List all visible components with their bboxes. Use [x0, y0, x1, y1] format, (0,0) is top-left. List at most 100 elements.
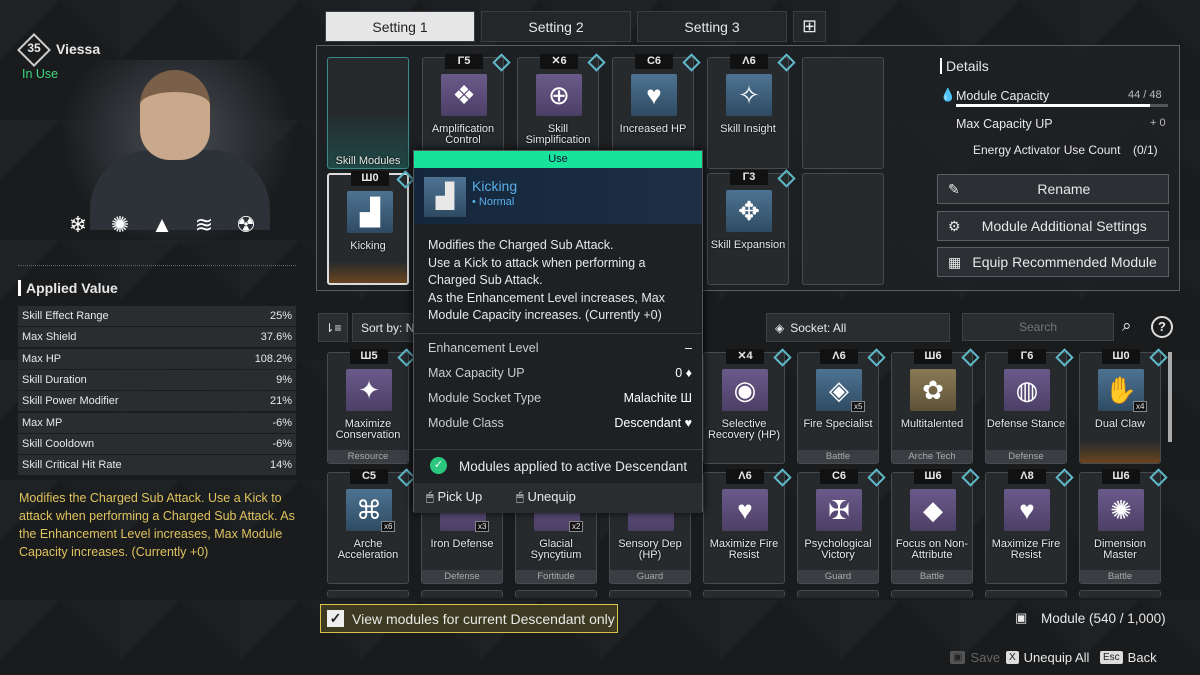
help-button[interactable]: ?: [1151, 316, 1173, 338]
applied-text: Modules applied to active Descendant: [459, 459, 688, 474]
module-slot[interactable]: Λ6 ◈ x5 Fire Specialist Battle: [797, 348, 886, 464]
module-slot[interactable]: Γ6 ◍ Defense Stance Defense: [985, 348, 1074, 464]
module-tooltip: Use ▟ Kicking • Normal Modifies the Char…: [413, 150, 703, 513]
module-slot[interactable]: Ш6 ✺ Dimension Master Battle: [1079, 468, 1168, 584]
module-slot-partial[interactable]: [515, 590, 597, 598]
add-setting-button[interactable]: ⊞: [793, 11, 826, 42]
skill-icon: ❄: [68, 212, 88, 237]
tab-setting-2[interactable]: Setting 2: [481, 11, 631, 42]
module-slot[interactable]: Ш6 ✿ Multitalented Arche Tech: [891, 348, 980, 464]
tooltip-line: Charged Sub Attack.: [428, 273, 543, 287]
activator-label: Energy Activator Use Count: [973, 143, 1121, 157]
module-slot[interactable]: Ш6 ◆ Focus on Non-Attribute Battle: [891, 468, 980, 584]
divider: [18, 265, 296, 266]
module-slot[interactable]: Γ3 ✥ Skill Expansion: [707, 169, 796, 285]
capacity-badge: Ш6: [914, 469, 952, 484]
rename-button[interactable]: ✎ Rename: [937, 174, 1169, 204]
save-button[interactable]: ▣ Save: [950, 650, 1000, 665]
socket-icon: [1149, 348, 1168, 367]
scrollbar[interactable]: [1168, 352, 1172, 442]
module-slot-partial[interactable]: [327, 590, 409, 598]
module-slot[interactable]: ✕4 ◉ Selective Recovery (HP): [703, 348, 792, 464]
applied-value-row: Skill Cooldown -6%: [18, 433, 296, 454]
module-slot[interactable]: [802, 57, 884, 169]
activator-value: (0/1): [1133, 143, 1158, 157]
module-name: Maximize Fire Resist: [709, 538, 779, 561]
capacity-badge: Λ6: [730, 54, 768, 69]
kicking-icon: ▟: [424, 177, 466, 217]
tooltip-header: ▟ Kicking • Normal: [414, 168, 702, 224]
current-descendant-filter-checkbox[interactable]: ✓ View modules for current Descendant onl…: [320, 604, 618, 633]
search-icon[interactable]: ⌕: [1122, 316, 1132, 336]
applied-value-title: Applied Value: [18, 280, 118, 296]
module-name: Amplification Control: [431, 123, 495, 146]
skill-icon: ≋: [194, 212, 214, 237]
module-slot[interactable]: Ш5 ✦ Maximize Conservation Resource: [327, 348, 416, 464]
module-class: Battle: [798, 450, 878, 463]
module-name: Dimension Master: [1094, 538, 1146, 561]
module-slot[interactable]: Λ6 ♥ Maximize Fire Resist: [703, 468, 792, 584]
module-name: Skill Simplification: [525, 123, 591, 146]
module-class: Resource: [328, 450, 408, 463]
tooltip-stat-row: Max Capacity UP 0 ♦: [428, 366, 692, 380]
capacity-badge: C6: [820, 469, 858, 484]
module-slot[interactable]: Ш0 ▟ Kicking: [327, 170, 415, 285]
module-slot[interactable]: Λ6 ✧ Skill Insight: [707, 53, 796, 169]
applied-value-row: Skill Effect Range 25%: [18, 306, 296, 326]
module-name: Sensory Dep (HP): [618, 538, 682, 561]
sort-dropdown[interactable]: Sort by: N: [352, 313, 416, 342]
back-button[interactable]: Esc Back: [1100, 650, 1157, 665]
tooltip-rarity: • Normal: [472, 196, 515, 208]
socket-filter-dropdown[interactable]: ◈ Socket: All: [766, 313, 950, 342]
module-icon: ❖: [441, 74, 487, 116]
drop-icon: 💧: [940, 88, 956, 102]
checkbox-check-icon: ✓: [327, 610, 344, 627]
module-slot-partial[interactable]: [891, 590, 973, 598]
module-name: Defense Stance: [986, 418, 1066, 430]
socket-icon: [1055, 468, 1074, 487]
level-value: 35: [27, 41, 41, 55]
applied-value-row: Max HP 108.2%: [18, 348, 296, 369]
search-input[interactable]: [962, 313, 1114, 341]
module-inventory-count: Module (540 / 1,000): [1041, 611, 1166, 626]
tab-setting-1[interactable]: Setting 1: [325, 11, 475, 42]
module-slot-partial[interactable]: [609, 590, 691, 598]
module-slot[interactable]: [802, 173, 884, 285]
module-additional-settings-button[interactable]: ⚙ Module Additional Settings: [937, 211, 1169, 241]
module-icon: ♥: [1004, 489, 1050, 531]
divider: [414, 333, 702, 334]
unequip-all-button[interactable]: X Unequip All: [1006, 650, 1089, 665]
module-slot-partial[interactable]: [1079, 590, 1161, 598]
tooltip-stat-row: Module Class Descendant ♥: [428, 416, 692, 430]
sort-order-button[interactable]: ⇂≡: [318, 313, 348, 342]
module-slot[interactable]: Ш0 ✋ x4 Dual Claw: [1079, 348, 1168, 464]
module-slot-partial[interactable]: [703, 590, 785, 598]
module-slot-partial[interactable]: [797, 590, 879, 598]
module-icon: ♥: [631, 74, 677, 116]
tooltip-module-name: Kicking: [472, 178, 518, 194]
equip-recommended-button[interactable]: ▦ Equip Recommended Module: [937, 247, 1169, 277]
module-slot[interactable]: C5 ⌘ x6 Arche Acceleration: [327, 468, 416, 584]
module-slot[interactable]: Λ8 ♥ Maximize Fire Resist: [985, 468, 1074, 584]
module-slot-partial[interactable]: [985, 590, 1067, 598]
module-name: Skill Insight: [720, 123, 776, 135]
capacity-badge: Ш0: [351, 171, 389, 186]
module-class: Guard: [798, 570, 878, 583]
module-slot[interactable]: C6 ✠ Psychological Victory Guard: [797, 468, 886, 584]
applied-value-row: Max MP -6%: [18, 412, 296, 433]
pick-up-hint: 🖱 Pick Up: [426, 489, 483, 504]
count-badge: x6: [381, 521, 396, 532]
module-name: Kicking: [350, 240, 386, 252]
module-icon: ✦: [346, 369, 392, 411]
capacity-badge: Ш6: [914, 349, 952, 364]
module-class: Arche Tech: [892, 450, 972, 463]
skill-icon: ✺: [110, 212, 130, 237]
capacity-bar: [956, 104, 1168, 107]
tab-setting-3[interactable]: Setting 3: [637, 11, 787, 42]
capacity-badge: Γ6: [1008, 349, 1046, 364]
skill-icon: ▲: [151, 212, 173, 237]
module-slot-partial[interactable]: [421, 590, 503, 598]
module-slot[interactable]: Skill Modules: [327, 57, 409, 169]
module-class: Guard: [610, 570, 690, 583]
capacity-badge: C5: [350, 469, 388, 484]
